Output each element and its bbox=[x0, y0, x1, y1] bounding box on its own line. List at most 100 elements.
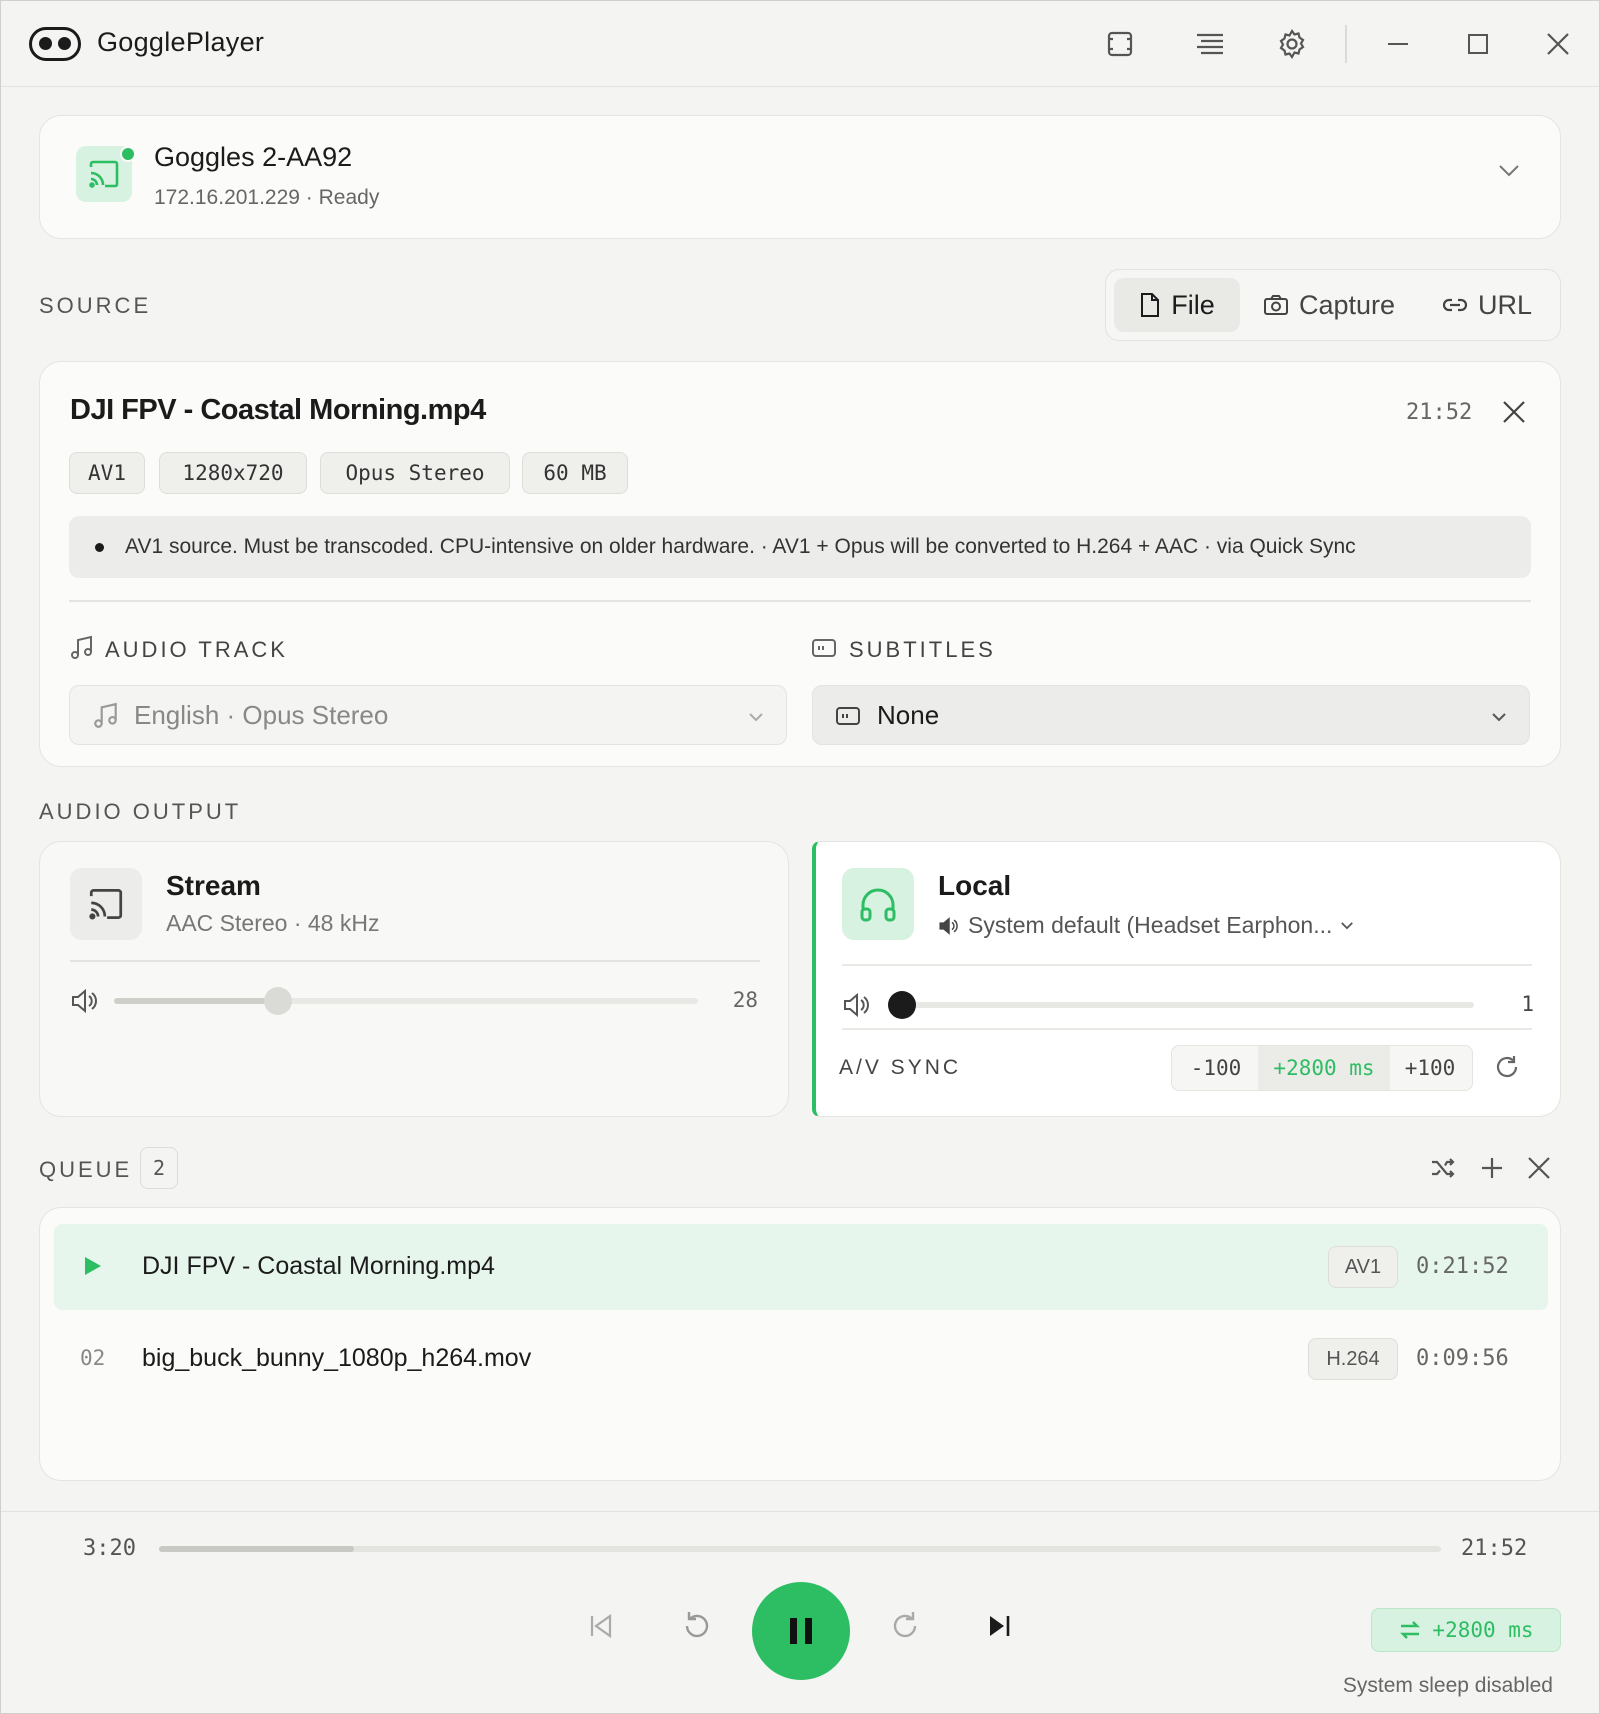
divider bbox=[69, 600, 1531, 602]
pip-window-icon[interactable] bbox=[1101, 25, 1139, 63]
seek-progress bbox=[159, 1546, 354, 1552]
source-tabs: File Capture URL bbox=[1105, 269, 1561, 341]
device-selector[interactable]: Goggles 2-AA92 172.16.201.229 · Ready bbox=[39, 115, 1561, 239]
queue-item-codec: H.264 bbox=[1308, 1338, 1398, 1380]
transcode-notice: AV1 source. Must be transcoded. CPU-inte… bbox=[69, 516, 1531, 578]
sync-plus-button[interactable]: +100 bbox=[1388, 1046, 1472, 1090]
stream-volume-value: 28 bbox=[732, 988, 758, 1012]
queue-item-duration: 0:21:52 bbox=[1416, 1254, 1509, 1279]
audio-output-label: AUDIO OUTPUT bbox=[39, 799, 242, 824]
queue-item-name: big_buck_bunny_1080p_h264.mov bbox=[142, 1344, 532, 1372]
queue-item-codec: AV1 bbox=[1328, 1246, 1398, 1288]
goggles-logo-icon bbox=[29, 27, 81, 61]
stream-volume-knob[interactable] bbox=[264, 987, 292, 1015]
rewind-button[interactable] bbox=[673, 1602, 721, 1650]
queue-item[interactable]: 02 big_buck_bunny_1080p_h264.mov H.264 0… bbox=[54, 1316, 1548, 1402]
chevron-down-icon[interactable] bbox=[1498, 164, 1520, 183]
seek-bar[interactable] bbox=[159, 1546, 1441, 1552]
tab-url-label: URL bbox=[1477, 289, 1532, 320]
camera-icon bbox=[1263, 295, 1288, 315]
stream-volume-slider[interactable] bbox=[114, 987, 698, 1015]
clear-queue-close-icon[interactable] bbox=[1527, 1156, 1551, 1180]
queue-list-icon[interactable] bbox=[1191, 25, 1229, 63]
tab-capture[interactable]: Capture bbox=[1254, 278, 1404, 332]
resolution-chip: 1280x720 bbox=[159, 452, 307, 494]
local-title: Local bbox=[938, 870, 1012, 901]
skip-previous-icon bbox=[590, 1613, 612, 1639]
queue-item-index: 02 bbox=[80, 1346, 106, 1370]
tab-url[interactable]: URL bbox=[1424, 278, 1550, 332]
forward-button[interactable] bbox=[881, 1602, 929, 1650]
local-volume-value: 1 bbox=[1521, 992, 1534, 1016]
headphones-icon bbox=[842, 868, 914, 940]
previous-button[interactable] bbox=[579, 1604, 623, 1648]
queue-item-playing[interactable]: DJI FPV - Coastal Morning.mp4 AV1 0:21:5… bbox=[54, 1224, 1548, 1310]
sync-offset-badge[interactable]: +2800 ms bbox=[1371, 1608, 1561, 1652]
maximize-icon[interactable] bbox=[1459, 25, 1497, 63]
volume-icon bbox=[844, 992, 869, 1018]
link-icon bbox=[1442, 298, 1468, 312]
rewind-icon bbox=[685, 1612, 709, 1638]
local-volume-knob[interactable] bbox=[888, 991, 916, 1019]
notice-bullet bbox=[95, 543, 104, 552]
music-note-icon bbox=[94, 702, 117, 728]
device-status: 172.16.201.229 · Ready bbox=[154, 186, 380, 209]
stream-volume-fill bbox=[114, 998, 278, 1004]
subtitles-icon bbox=[811, 637, 837, 664]
skip-next-icon bbox=[990, 1616, 1010, 1636]
reset-icon[interactable] bbox=[1493, 1053, 1521, 1081]
sync-arrows-icon bbox=[1400, 1621, 1421, 1639]
remove-file-close-icon[interactable] bbox=[1502, 400, 1526, 429]
music-note-icon bbox=[69, 635, 95, 666]
file-duration: 21:52 bbox=[1406, 400, 1473, 425]
stream-output-card[interactable]: Stream AAC Stereo · 48 kHz 28 bbox=[39, 841, 789, 1117]
local-volume-slider[interactable] bbox=[888, 991, 1474, 1019]
divider bbox=[70, 960, 760, 962]
chevron-down-icon bbox=[1341, 922, 1354, 930]
total-time: 21:52 bbox=[1461, 1536, 1528, 1561]
local-device-name: System default (Headset Earphon... bbox=[968, 912, 1333, 938]
titlebar-divider bbox=[1345, 25, 1347, 63]
file-name: DJI FPV - Coastal Morning.mp4 bbox=[70, 394, 486, 426]
pause-icon bbox=[790, 1618, 812, 1644]
audio-track-label: AUDIO TRACK bbox=[105, 637, 288, 662]
player-footer: 3:20 21:52 +2800 ms System sleep disable… bbox=[1, 1511, 1599, 1713]
minimize-icon[interactable] bbox=[1379, 25, 1417, 63]
audio-track-dropdown[interactable]: English · Opus Stereo bbox=[69, 685, 787, 745]
sync-minus-button[interactable]: -100 bbox=[1172, 1046, 1260, 1090]
queue-label: QUEUE bbox=[39, 1157, 133, 1182]
tab-file-label: File bbox=[1171, 289, 1215, 320]
audio-chip: Opus Stereo bbox=[320, 452, 510, 494]
subtitles-dropdown[interactable]: None bbox=[812, 685, 1530, 745]
local-device-select[interactable]: System default (Headset Earphon... bbox=[938, 912, 1354, 939]
settings-gear-icon[interactable] bbox=[1273, 25, 1311, 63]
stream-subtitle: AAC Stereo · 48 kHz bbox=[166, 910, 380, 936]
divider bbox=[842, 1028, 1532, 1030]
chevron-down-icon bbox=[749, 713, 763, 722]
cast-icon bbox=[70, 868, 142, 940]
connected-status-dot bbox=[120, 146, 136, 162]
close-window-icon[interactable] bbox=[1539, 25, 1577, 63]
pause-button[interactable] bbox=[752, 1582, 850, 1680]
title-bar: GogglePlayer bbox=[1, 1, 1599, 87]
av-sync-label: A/V SYNC bbox=[839, 1056, 962, 1079]
add-icon[interactable] bbox=[1479, 1155, 1505, 1181]
shuffle-icon[interactable] bbox=[1429, 1155, 1457, 1181]
size-chip: 60 MB bbox=[522, 452, 628, 494]
tab-file[interactable]: File bbox=[1114, 278, 1240, 332]
elapsed-time: 3:20 bbox=[83, 1536, 136, 1561]
subtitles-value: None bbox=[877, 699, 940, 730]
device-name: Goggles 2-AA92 bbox=[154, 142, 353, 172]
app-title: GogglePlayer bbox=[97, 27, 265, 57]
fast-forward-icon bbox=[893, 1612, 917, 1638]
av-sync-control: -100 +2800 ms +100 bbox=[1171, 1045, 1473, 1091]
sync-value: +2800 ms bbox=[1258, 1046, 1390, 1090]
app-window: GogglePlayer Goggles 2-AA92 172.16.201.2… bbox=[0, 0, 1600, 1714]
play-icon bbox=[85, 1257, 101, 1275]
queue-item-name: DJI FPV - Coastal Morning.mp4 bbox=[142, 1252, 495, 1280]
file-icon bbox=[1141, 293, 1160, 317]
sync-offset-value: +2800 ms bbox=[1432, 1618, 1534, 1642]
next-button[interactable] bbox=[977, 1604, 1021, 1648]
queue-item-duration: 0:09:56 bbox=[1416, 1346, 1509, 1371]
subtitles-label: SUBTITLES bbox=[849, 637, 996, 662]
